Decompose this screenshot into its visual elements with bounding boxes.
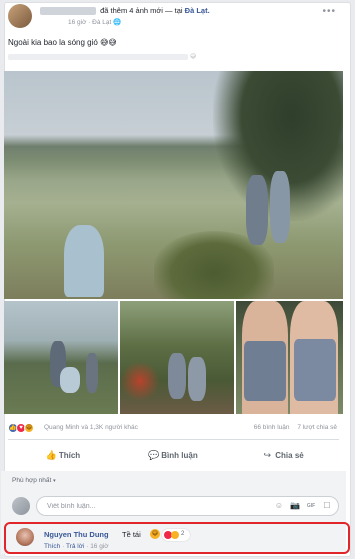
post-menu-button[interactable]: ••• <box>322 6 336 17</box>
blurred-emoji: 😅 <box>190 54 197 60</box>
place-link[interactable]: Đà Lạt. <box>185 6 210 15</box>
camera-icon[interactable]: 📷 <box>289 500 301 512</box>
share-count[interactable]: 7 lượt chia sẻ <box>297 424 337 431</box>
commenter-avatar[interactable] <box>16 528 34 546</box>
commenter-name[interactable]: Nguyen Thu Dung <box>44 530 109 539</box>
person <box>168 353 186 399</box>
person <box>86 353 98 393</box>
comment-sort-dropdown[interactable]: Phù hợp nhất ▾ <box>12 477 56 484</box>
divider <box>8 439 339 440</box>
red-flowers <box>120 361 160 401</box>
like-label: Thích <box>58 451 81 460</box>
photo-thumb-3[interactable] <box>236 301 343 414</box>
post-actions: 👍 Thích 💬 Bình luận ↪ Chia sẻ <box>8 444 339 466</box>
comment-button[interactable]: 💬 Bình luận <box>118 444 228 466</box>
comment-input-box[interactable]: ☺ 📷 GIF ☐ <box>36 496 339 516</box>
photo-thumb-1[interactable] <box>4 301 118 414</box>
reactions-bar: 👍 ♥ 😆 Quang Minh và 1,3K người khác 66 b… <box>8 422 339 434</box>
post-header: đã thêm 4 ảnh mới — tại Đà Lạt. 16 giờ ·… <box>8 4 338 32</box>
comment-reaction-count: 2 <box>181 531 185 537</box>
sticker-icon[interactable]: ☐ <box>321 500 333 512</box>
sort-label: Phù hợp nhất <box>12 477 52 484</box>
photo-thumb-2[interactable] <box>120 301 234 414</box>
globe-icon: 🌐 <box>113 19 122 26</box>
post-stats: 66 bình luận 7 lượt chia sẻ <box>248 424 337 431</box>
like-button[interactable]: 👍 Thích <box>8 444 118 466</box>
share-icon: ↪ <box>263 450 272 460</box>
blurred-text <box>8 54 188 60</box>
post-time[interactable]: 16 giờ <box>68 19 86 26</box>
share-label: Chia sẻ <box>275 451 304 460</box>
emoji-icon[interactable]: ☺ <box>273 500 285 512</box>
gif-icon[interactable]: GIF <box>305 500 317 512</box>
reaction-summary[interactable]: Quang Minh và 1,3K người khác <box>44 424 138 431</box>
comment-input[interactable] <box>47 500 217 512</box>
share-button[interactable]: ↪ Chia sẻ <box>228 444 338 466</box>
comment-meta: Thích · Trả lời · 16 giờ <box>44 543 109 550</box>
post-caption: Ngoài kia bao la sóng gió 😅😅 <box>8 38 117 47</box>
current-user-avatar <box>12 497 30 515</box>
person-standing <box>270 171 290 243</box>
chevron-down-icon: ▾ <box>53 478 56 484</box>
person-raincoat <box>64 225 104 297</box>
photo-main[interactable] <box>4 71 343 299</box>
author-avatar[interactable] <box>8 4 32 28</box>
post-location[interactable]: Đà Lạt <box>92 19 111 26</box>
haha-reaction-icon: 😆 <box>24 423 34 433</box>
comment-text: Tề tái <box>122 530 141 539</box>
post-author-line: đã thêm 4 ảnh mới — tại Đà Lạt. <box>40 6 210 16</box>
comment-count[interactable]: 66 bình luận <box>254 424 290 431</box>
comment-icon: 💬 <box>148 450 160 460</box>
reaction-icons[interactable]: 👍 ♥ 😆 <box>8 422 42 434</box>
comment-label: Bình luận <box>161 451 198 460</box>
person-standing <box>246 175 268 245</box>
haha-reaction-icon <box>171 531 179 539</box>
thumbs-up-icon: 👍 <box>45 450 58 460</box>
author-name-blurred[interactable] <box>40 7 96 16</box>
person <box>60 367 80 393</box>
comment-reactions[interactable]: 2 <box>162 529 190 541</box>
post-meta: 16 giờ · Đà Lạt 🌐 <box>68 19 122 26</box>
checkered-dress <box>294 339 336 401</box>
comment-time[interactable]: 16 giờ <box>90 543 108 550</box>
person <box>188 357 206 401</box>
comment-reply-link[interactable]: Trả lời <box>66 543 84 550</box>
comment-like-link[interactable]: Thích <box>44 543 60 550</box>
author-action: đã thêm 4 ảnh mới — tại <box>100 6 183 15</box>
sweat-smile-emoji: 😅 <box>150 529 160 539</box>
checkered-dress <box>244 341 286 401</box>
